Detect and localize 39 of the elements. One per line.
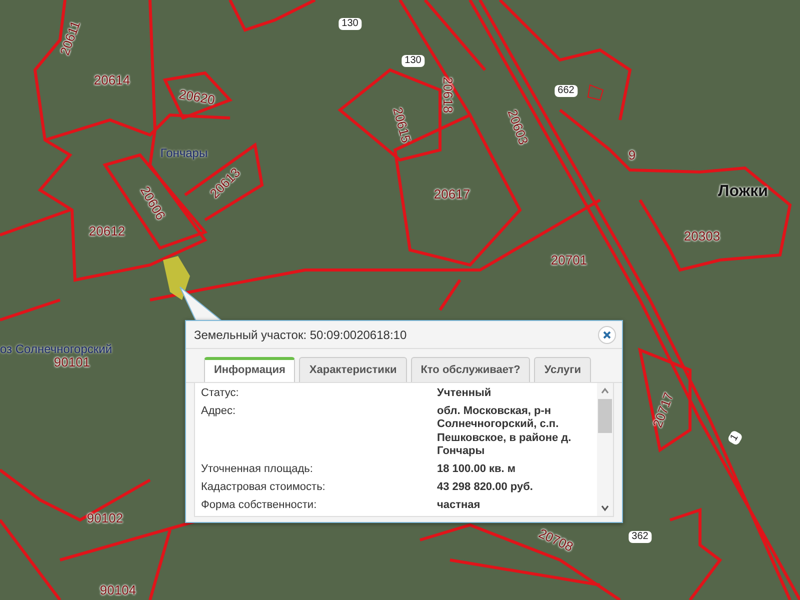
parcel-number-label: 20701 <box>550 254 588 266</box>
parcel-number-label: 20614 <box>94 74 130 86</box>
parcel-number-label: 90104 <box>100 584 136 596</box>
parcel-number-label: 20603 <box>506 108 530 146</box>
field-label: Форма собственности: <box>201 499 318 512</box>
field-value: 43 298 820.00 руб. <box>437 481 534 494</box>
parcel-number-label: 20717 <box>650 390 676 430</box>
parcel-number-label: 20620 <box>178 87 216 107</box>
parcel-number-label: 20303 <box>684 230 720 242</box>
parcel-number-label: 20612 <box>88 224 126 238</box>
road-number-label: 362 <box>628 531 652 543</box>
place-name-label: Гончары <box>160 147 208 159</box>
field-value: 18 100.00 кв. м <box>437 462 517 476</box>
road-number-label: 130 <box>402 55 424 67</box>
road-number-label: 130 <box>338 18 362 30</box>
tab[interactable]: Кто обслуживает? <box>410 357 530 382</box>
parcel-number-label: 20618 <box>442 76 454 114</box>
place-name-label: Ложки <box>718 184 768 200</box>
place-name-label: оз Солнечногорский <box>0 343 112 355</box>
parcel-number-label: 20615 <box>391 106 413 144</box>
field-value: частная <box>437 499 482 512</box>
tab[interactable]: Характеристики <box>299 357 407 382</box>
parcel-number-label: 20708 <box>536 526 576 554</box>
parcel-number-label: 20611 <box>58 19 82 57</box>
road-number-label: 662 <box>554 85 578 97</box>
tab[interactable]: Услуги <box>534 357 591 382</box>
field-label: Уточненная площадь: <box>201 462 314 476</box>
tab[interactable]: Информация <box>204 357 296 382</box>
popup-title: Земельный участок: 50:09:0020618:10 <box>194 328 407 342</box>
field-value: Учтенный <box>437 387 492 400</box>
road-number-label: 1 <box>726 430 744 446</box>
field-label: Кадастровая стоимость: <box>201 481 326 494</box>
field-label: Статус: <box>201 387 240 400</box>
parcel-number-label: 90102 <box>86 512 124 524</box>
parcel-number-label: 20617 <box>434 188 470 200</box>
field-value: обл. Московская, р-н Солнечногорский, с.п. Пешковское, в районе д. Гончары <box>437 405 572 458</box>
field-label: Адрес: <box>201 405 237 420</box>
parcel-number-label: 9 <box>628 148 636 162</box>
parcel-number-label: 90101 <box>54 356 90 368</box>
